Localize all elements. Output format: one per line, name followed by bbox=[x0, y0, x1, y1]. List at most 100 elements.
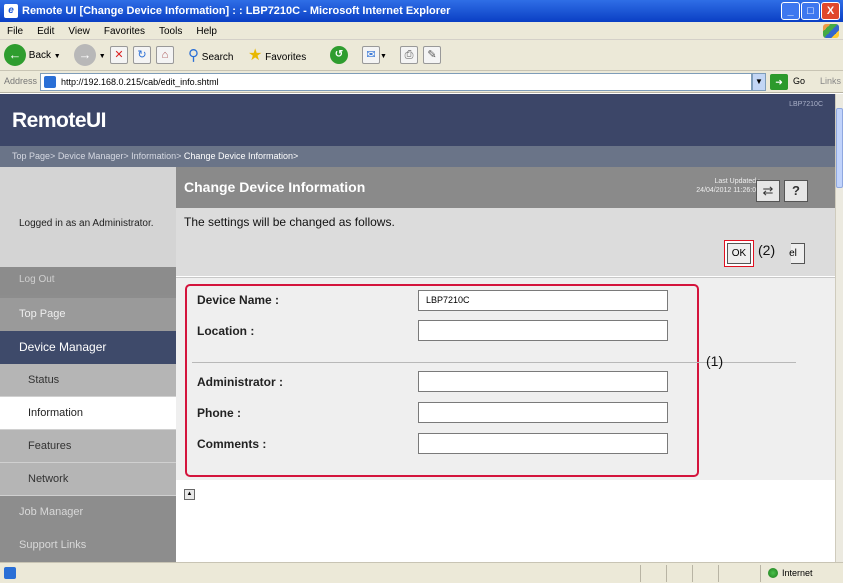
breadcrumb: Top Page> Device Manager> Information> C… bbox=[0, 146, 835, 167]
maximize-button[interactable]: □ bbox=[801, 2, 820, 20]
sidebar-item-device-manager[interactable]: Device Manager bbox=[0, 331, 176, 364]
cancel-label: el bbox=[789, 248, 797, 259]
home-button[interactable]: ⌂ bbox=[156, 44, 174, 67]
chevron-down-icon: ▼ bbox=[53, 53, 61, 60]
close-button[interactable]: X bbox=[821, 2, 840, 20]
page-status-icon bbox=[4, 567, 16, 579]
login-status-box: Logged in as an Administrator. bbox=[0, 167, 176, 267]
last-updated-label: Last Updated : bbox=[714, 178, 760, 185]
sidebar-item-network[interactable]: Network bbox=[0, 463, 176, 496]
menu-file[interactable]: File bbox=[0, 23, 30, 41]
menu-help[interactable]: Help bbox=[189, 23, 224, 41]
scrollbar-thumb[interactable] bbox=[836, 108, 843, 188]
breadcrumb-current: Change Device Information> bbox=[183, 151, 299, 161]
address-input[interactable]: http://192.168.0.215/cab/edit_info.shtml bbox=[40, 73, 752, 91]
mail-button[interactable]: ✉ ▼ bbox=[362, 44, 387, 67]
help-button[interactable]: ? bbox=[784, 180, 808, 202]
status-divider bbox=[640, 565, 641, 582]
vertical-scrollbar[interactable] bbox=[835, 94, 843, 562]
page-title: Change Device Information bbox=[184, 179, 366, 195]
stop-button[interactable]: ✕ bbox=[110, 44, 128, 67]
ok-button[interactable]: OK bbox=[727, 243, 751, 264]
search-button[interactable]: ⚲ Search bbox=[188, 44, 233, 67]
callout-ok: (2) bbox=[758, 242, 776, 258]
device-name-label: Device Name : bbox=[197, 293, 280, 307]
device-info-form: (1) Device Name : LBP7210C Location : Ad… bbox=[176, 277, 835, 480]
content-title-bar: Change Device Information Last Updated :… bbox=[176, 167, 835, 208]
phone-label: Phone : bbox=[197, 406, 241, 420]
go-button[interactable]: Go bbox=[793, 76, 805, 86]
status-divider bbox=[666, 565, 667, 582]
administrator-field[interactable] bbox=[418, 371, 668, 392]
phone-field[interactable] bbox=[418, 402, 668, 423]
internet-zone-label: Internet bbox=[782, 568, 813, 578]
chevron-down-icon: ▼ bbox=[380, 53, 387, 60]
search-label: Search bbox=[201, 52, 234, 63]
refresh-icon: ⇄ bbox=[762, 183, 774, 198]
menu-edit[interactable]: Edit bbox=[30, 23, 61, 41]
main-content: Change Device Information Last Updated :… bbox=[176, 167, 835, 562]
home-icon: ⌂ bbox=[156, 46, 174, 65]
menu-view[interactable]: View bbox=[61, 23, 97, 41]
favorites-label: Favorites bbox=[265, 52, 307, 63]
comments-label: Comments : bbox=[197, 437, 267, 451]
status-divider bbox=[718, 565, 719, 582]
menu-bar: File Edit View Favorites Tools Help bbox=[0, 22, 843, 40]
page-viewport: RemoteUI LBP7210C Top Page> Device Manag… bbox=[0, 94, 835, 562]
refresh-button[interactable]: ⇄ bbox=[756, 180, 780, 202]
address-label: Address bbox=[4, 76, 38, 86]
back-label: Back bbox=[28, 50, 52, 61]
status-bar: Internet bbox=[0, 562, 843, 583]
chevron-down-icon: ▼ bbox=[98, 53, 106, 60]
sidebar-item-job-manager[interactable]: Job Manager bbox=[0, 496, 176, 529]
print-icon: ⎙ bbox=[400, 46, 418, 65]
comments-field[interactable] bbox=[418, 433, 668, 454]
address-dropdown-icon[interactable]: ▼ bbox=[752, 73, 766, 91]
history-icon: ↺ bbox=[330, 46, 348, 65]
edit-icon: ✎ bbox=[423, 46, 441, 65]
links-button[interactable]: Links bbox=[820, 76, 841, 86]
go-arrow-icon[interactable]: ➜ bbox=[770, 74, 788, 90]
location-field[interactable] bbox=[418, 320, 668, 341]
sidebar-item-status[interactable]: Status bbox=[0, 364, 176, 397]
title-bar: e Remote UI [Change Device Information] … bbox=[0, 0, 843, 22]
breadcrumb-information[interactable]: Information> bbox=[131, 151, 181, 161]
print-button[interactable]: ⎙ bbox=[400, 44, 418, 67]
forward-button[interactable]: → ▼ bbox=[74, 44, 106, 67]
mail-icon: ✉ bbox=[362, 46, 380, 65]
sidebar-item-information[interactable]: Information bbox=[0, 397, 176, 430]
settings-message: The settings will be changed as follows. bbox=[184, 215, 395, 229]
remoteui-logo: RemoteUI bbox=[12, 109, 107, 132]
logout-link[interactable]: Log Out bbox=[0, 267, 176, 295]
page-icon bbox=[44, 76, 56, 88]
ie-app-icon: e bbox=[4, 4, 18, 18]
address-url: http://192.168.0.215/cab/edit_info.shtml bbox=[61, 77, 219, 87]
menu-tools[interactable]: Tools bbox=[152, 23, 189, 41]
back-arrow-icon: ← bbox=[4, 44, 26, 67]
breadcrumb-device-manager[interactable]: Device Manager> bbox=[58, 151, 129, 161]
login-status-text: Logged in as an Administrator. bbox=[19, 218, 154, 229]
device-name-field[interactable]: LBP7210C bbox=[418, 290, 668, 311]
refresh-page-icon: ↻ bbox=[133, 46, 151, 65]
window-title: Remote UI [Change Device Information] : … bbox=[22, 5, 451, 17]
windows-logo-icon bbox=[823, 24, 839, 38]
location-label: Location : bbox=[197, 324, 255, 338]
back-button[interactable]: ← Back ▼ bbox=[4, 44, 61, 67]
menu-favorites[interactable]: Favorites bbox=[97, 23, 152, 41]
refresh-page-button[interactable]: ↻ bbox=[133, 44, 151, 67]
sidebar-item-support-links[interactable]: Support Links bbox=[0, 529, 176, 562]
cancel-button[interactable]: el bbox=[776, 243, 805, 264]
minimize-button[interactable]: _ bbox=[781, 2, 800, 20]
history-button[interactable]: ↺ bbox=[330, 44, 348, 67]
edit-button[interactable]: ✎ bbox=[423, 44, 441, 67]
sidebar-item-top-page[interactable]: Top Page bbox=[0, 298, 176, 331]
favorites-button[interactable]: ★ Favorites bbox=[248, 44, 306, 67]
breadcrumb-top-page[interactable]: Top Page> bbox=[12, 151, 55, 161]
page-top-icon[interactable]: ▲ bbox=[184, 489, 195, 500]
callout-form: (1) bbox=[706, 353, 724, 369]
last-updated-value: 24/04/2012 11:26:01 bbox=[696, 187, 760, 194]
remoteui-header: RemoteUI LBP7210C bbox=[0, 94, 835, 146]
status-divider bbox=[692, 565, 693, 582]
message-area: The settings will be changed as follows.… bbox=[176, 208, 835, 276]
sidebar-item-features[interactable]: Features bbox=[0, 430, 176, 463]
